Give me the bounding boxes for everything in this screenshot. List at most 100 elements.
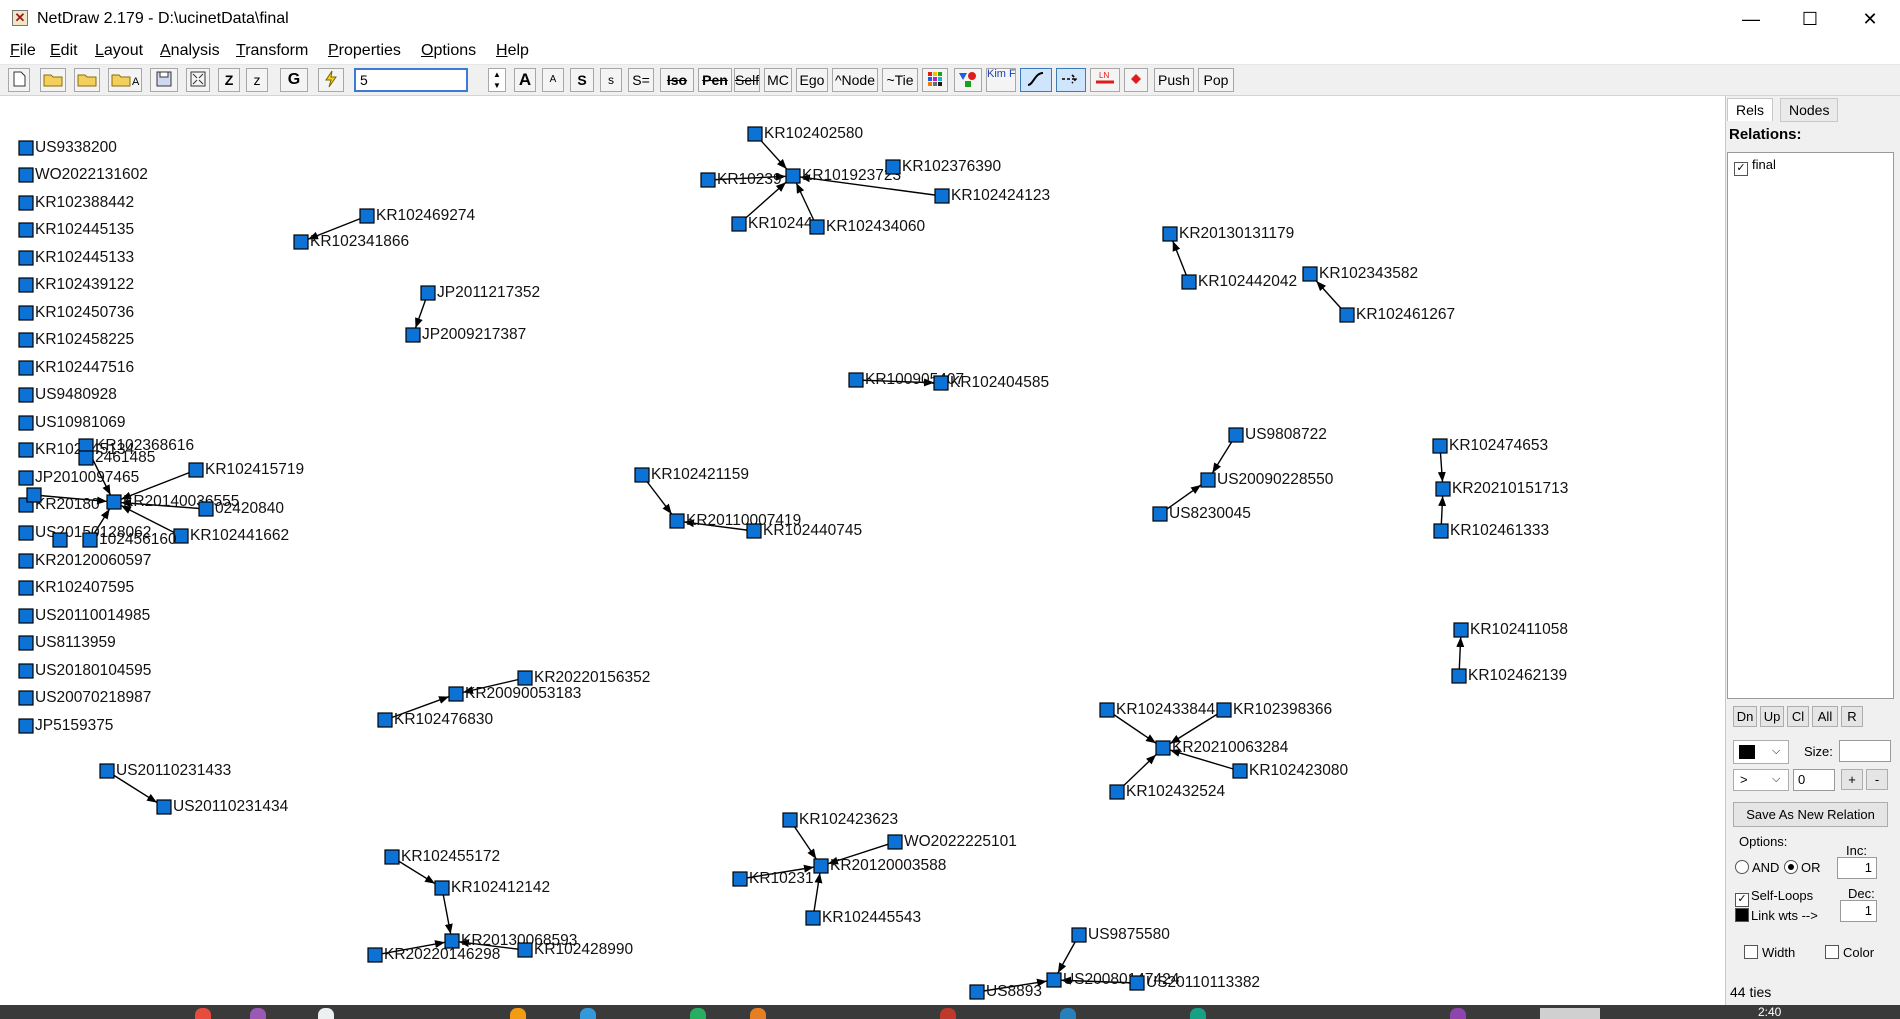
node-marker[interactable] <box>634 467 650 483</box>
node-marker[interactable] <box>747 126 763 142</box>
network-node[interactable]: KR102411058 <box>1453 621 1568 638</box>
network-node[interactable]: KR102434060 <box>809 218 925 235</box>
node-marker[interactable] <box>18 442 34 458</box>
node-marker[interactable] <box>1152 506 1168 522</box>
node-marker[interactable] <box>18 332 34 348</box>
network-node[interactable]: US20110231434 <box>156 798 289 815</box>
tie-color-dropdown[interactable]: ⌵ <box>1733 740 1789 764</box>
node-marker[interactable] <box>885 159 901 175</box>
network-node[interactable]: KR20120003588 <box>813 857 946 874</box>
node-marker[interactable] <box>420 285 436 301</box>
kim-fill-button[interactable]: Kim Fill <box>986 68 1016 92</box>
node-color-diamond-icon[interactable] <box>1124 68 1148 92</box>
zoom-in-button[interactable]: Z <box>218 68 240 92</box>
node-marker[interactable] <box>26 487 42 503</box>
menu-analysis[interactable]: Analysis <box>160 42 220 60</box>
and-radio[interactable]: AND <box>1735 860 1779 875</box>
iterations-spinner[interactable]: ▲ ▼ <box>488 68 506 92</box>
node-filter-button[interactable]: ^Node <box>832 68 878 92</box>
node-marker[interactable] <box>52 532 68 548</box>
taskbar-app-icon[interactable] <box>195 1008 211 1019</box>
node-marker[interactable] <box>732 871 748 887</box>
network-node[interactable]: KR102458225 <box>18 331 134 348</box>
save-as-new-relation-button[interactable]: Save As New Relation <box>1733 802 1888 827</box>
node-marker[interactable] <box>1216 702 1232 718</box>
node-marker[interactable] <box>82 532 98 548</box>
node-marker[interactable] <box>700 172 716 188</box>
network-node[interactable] <box>26 487 42 503</box>
close-button[interactable]: ✕ <box>1842 4 1898 34</box>
network-node[interactable]: KR10244 <box>731 215 813 232</box>
network-node[interactable]: US20110113382 <box>1129 974 1260 991</box>
network-node[interactable] <box>52 532 68 548</box>
network-node[interactable]: KR102407595 <box>18 579 134 596</box>
node-marker[interactable] <box>188 462 204 478</box>
node-marker[interactable] <box>18 250 34 266</box>
network-node[interactable]: KR20090053183 <box>448 685 581 702</box>
node-marker[interactable] <box>809 219 825 235</box>
menu-transform[interactable]: Transform <box>236 42 308 60</box>
taskbar-app-icon[interactable] <box>750 1008 766 1019</box>
network-node[interactable]: KR102462139 <box>1451 667 1567 684</box>
node-marker[interactable] <box>1435 481 1451 497</box>
label-size-down-button[interactable]: A <box>542 68 564 92</box>
network-node[interactable]: KR20210063284 <box>1155 739 1289 756</box>
network-node[interactable]: KR102469274 <box>359 207 475 224</box>
network-node[interactable]: 02420840 <box>198 500 284 517</box>
menu-edit[interactable]: Edit <box>50 42 78 60</box>
lightning-layout-icon[interactable] <box>318 68 344 92</box>
node-marker[interactable] <box>669 513 685 529</box>
taskbar-app-icon[interactable] <box>318 1008 334 1019</box>
new-file-icon[interactable] <box>8 68 30 92</box>
taskbar-app-icon[interactable] <box>690 1008 706 1019</box>
open-folder-icon[interactable] <box>40 68 66 92</box>
save-icon[interactable] <box>150 68 178 92</box>
network-node[interactable]: US8113959 <box>18 634 116 651</box>
node-marker[interactable] <box>18 553 34 569</box>
network-node[interactable]: KR20130131179 <box>1162 225 1294 242</box>
node-marker[interactable] <box>106 494 122 510</box>
node-marker[interactable] <box>1129 975 1145 991</box>
taskbar-app-icon[interactable] <box>1190 1008 1206 1019</box>
taskbar-app-icon[interactable] <box>1450 1008 1466 1019</box>
node-marker[interactable] <box>1302 266 1318 282</box>
network-node[interactable]: US9875580 <box>1071 926 1170 943</box>
main-component-button[interactable]: MC <box>764 68 792 92</box>
node-marker[interactable] <box>18 470 34 486</box>
network-node[interactable]: KR102423080 <box>1232 762 1348 779</box>
node-marker[interactable] <box>18 305 34 321</box>
taskbar-active-window[interactable] <box>1540 1008 1600 1019</box>
node-marker[interactable] <box>1339 307 1355 323</box>
zoom-out-button[interactable]: z <box>246 68 268 92</box>
network-node[interactable]: US20110231433 <box>99 762 231 779</box>
network-node[interactable]: KR102440745 <box>746 522 862 539</box>
node-marker[interactable] <box>18 608 34 624</box>
node-marker[interactable] <box>18 635 34 651</box>
pendants-button[interactable]: Pen <box>698 68 732 92</box>
network-node[interactable]: US8893 <box>969 983 1042 1000</box>
node-marker[interactable] <box>405 327 421 343</box>
open-folder-2-icon[interactable] <box>74 68 100 92</box>
open-folder-a-icon[interactable]: A <box>108 68 142 92</box>
node-marker[interactable] <box>517 942 533 958</box>
network-node[interactable]: KR20220156352 <box>517 669 650 686</box>
taskbar-app-icon[interactable] <box>940 1008 956 1019</box>
line-width-icon[interactable]: LN <box>1090 68 1120 92</box>
network-node[interactable]: KR101923723 <box>785 167 901 184</box>
node-marker[interactable] <box>18 525 34 541</box>
network-node[interactable]: KR102445135 <box>18 221 134 238</box>
cl-button[interactable]: Cl <box>1787 706 1809 727</box>
node-marker[interactable] <box>18 415 34 431</box>
network-node[interactable]: US10981069 <box>18 414 126 431</box>
node-marker[interactable] <box>18 277 34 293</box>
node-marker[interactable] <box>78 450 94 466</box>
node-marker[interactable] <box>1099 702 1115 718</box>
node-marker[interactable] <box>293 234 309 250</box>
size-input[interactable] <box>1839 740 1891 762</box>
operator-dropdown[interactable]: > ⌵ <box>1733 769 1789 791</box>
ego-button[interactable]: Ego <box>796 68 828 92</box>
network-node[interactable]: KR102461333 <box>1433 522 1549 539</box>
app-icon[interactable]: ✕ <box>12 10 28 26</box>
node-marker[interactable] <box>1432 438 1448 454</box>
plus-button[interactable]: + <box>1841 769 1863 790</box>
